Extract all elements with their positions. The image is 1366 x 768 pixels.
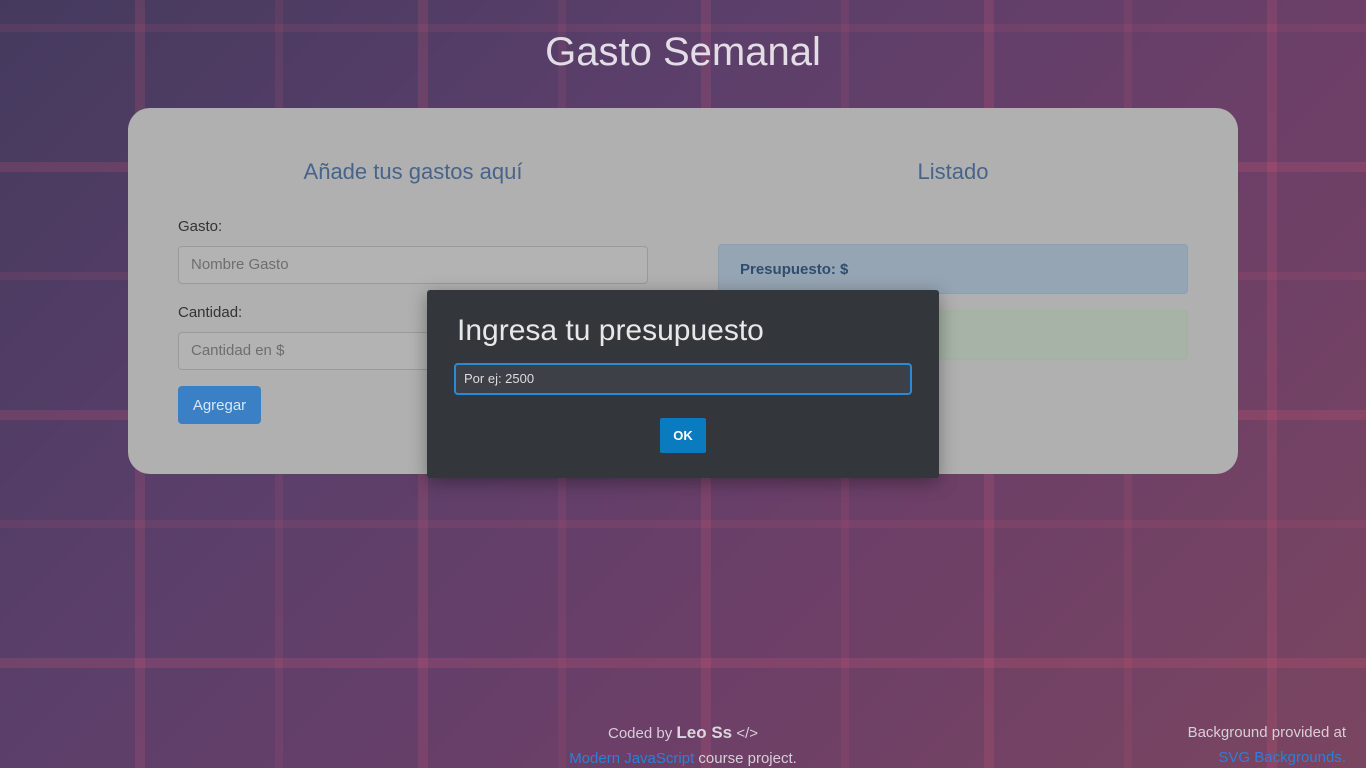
coded-by-text: Coded by (608, 725, 673, 742)
author-name: Leo Ss (676, 723, 733, 742)
presupuesto-alert: Presupuesto: $ (718, 244, 1188, 294)
footer-credits: Coded by Leo Ss </> Modern JavaScript co… (483, 720, 883, 768)
svg-backgrounds-link[interactable]: SVG Backgrounds. (1188, 745, 1346, 768)
cantidad-label: Cantidad: (178, 304, 243, 321)
budget-input[interactable]: Por ej: 2500 (454, 363, 912, 395)
modal-title: Ingresa tu presupuesto (457, 314, 764, 347)
agregar-button[interactable]: Agregar (178, 386, 261, 424)
ok-button[interactable]: OK (660, 418, 706, 453)
gasto-label: Gasto: (178, 218, 223, 235)
course-link[interactable]: Modern JavaScript (569, 750, 694, 767)
course-suffix: course project. (698, 750, 797, 767)
bg-credit-text: Background provided at (1187, 724, 1346, 741)
presupuesto-text: Presupuesto: $ (740, 261, 849, 278)
footer-background-credit: Background provided at SVG Backgrounds. (1188, 720, 1346, 768)
gasto-input[interactable]: Nombre Gasto (178, 246, 648, 284)
page-title: Gasto Semanal (545, 30, 821, 74)
form-heading: Añade tus gastos aquí (303, 159, 523, 184)
listado-heading: Listado (917, 159, 989, 184)
code-icon: </> (736, 725, 758, 742)
budget-prompt-modal: Ingresa tu presupuesto Por ej: 2500 OK (427, 290, 939, 478)
